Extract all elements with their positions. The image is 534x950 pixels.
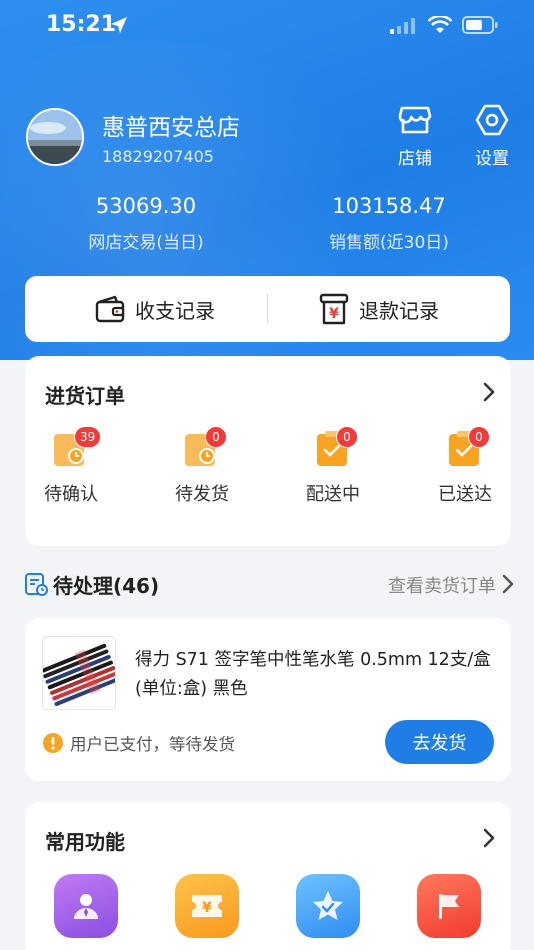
svg-text:¥: ¥ bbox=[202, 900, 212, 916]
function-favorites[interactable] bbox=[296, 874, 360, 938]
location-arrow-icon bbox=[111, 17, 127, 33]
shop-label: 店铺 bbox=[398, 149, 432, 169]
settings-button[interactable]: 设置 bbox=[467, 104, 517, 169]
chevron-right-icon[interactable] bbox=[502, 574, 514, 594]
count-badge: 0 bbox=[468, 426, 490, 448]
pending-title: 待处理(46) bbox=[53, 574, 160, 598]
settings-label: 设置 bbox=[475, 149, 509, 169]
income-expense-records-button[interactable]: 收支记录 bbox=[95, 276, 215, 342]
purchase-orders-title: 进货订单 bbox=[45, 384, 125, 408]
records-card: 收支记录 ¥ 退款记录 bbox=[25, 276, 510, 342]
store-phone: 18829207405 bbox=[102, 147, 214, 166]
chevron-right-icon[interactable] bbox=[483, 828, 495, 848]
shop-icon bbox=[398, 106, 432, 134]
purchase-orders-card: 进货订单 39 待确认 0 待发货 0 配送中 0 已送达 bbox=[25, 356, 511, 546]
shop-button[interactable]: 店铺 bbox=[390, 104, 440, 169]
settings-icon bbox=[475, 104, 509, 136]
store-avatar[interactable] bbox=[26, 108, 84, 166]
common-functions-title: 常用功能 bbox=[45, 830, 125, 854]
coupon-icon: ¥ bbox=[192, 895, 222, 917]
function-flag[interactable] bbox=[417, 874, 481, 938]
flag-icon bbox=[439, 894, 459, 919]
refund-records-button[interactable]: ¥ 退款记录 bbox=[319, 276, 439, 342]
battery-icon bbox=[462, 16, 498, 34]
count-badge: 0 bbox=[205, 426, 227, 448]
common-functions-card: 常用功能 ¥ bbox=[25, 802, 511, 950]
product-name: 得力 S71 签字笔中性笔水笔 0.5mm 12支/盒 (单位:盒) 黑色 bbox=[135, 650, 491, 699]
status-bar: 15:21 bbox=[0, 0, 534, 54]
pending-header: 待处理(46) 查看卖货订单 bbox=[24, 568, 514, 598]
signal-icon bbox=[390, 18, 415, 34]
stat-value: 103158.47 bbox=[332, 194, 446, 218]
divider bbox=[267, 294, 268, 324]
stat-value: 53069.30 bbox=[95, 194, 197, 218]
star-check-icon bbox=[313, 891, 343, 920]
payment-notice-text: 用户已支付，等待发货 bbox=[70, 735, 235, 754]
payment-notice: 用户已支付，等待发货 bbox=[42, 731, 235, 755]
pending-order-card[interactable]: 得力 S71 签字笔中性笔水笔 0.5mm 12支/盒 (单位:盒) 黑色 用户… bbox=[25, 618, 511, 781]
status-time: 15:21 bbox=[46, 12, 117, 37]
stat-30day-sales[interactable]: 103158.47 销售额(近30日) bbox=[269, 194, 509, 253]
order-status-label: 配送中 bbox=[306, 484, 360, 505]
order-status-pending-ship[interactable]: 0 待发货 bbox=[152, 426, 252, 506]
order-status-in-delivery[interactable]: 0 配送中 bbox=[283, 426, 383, 506]
wifi-icon bbox=[428, 16, 452, 33]
user-icon bbox=[74, 894, 98, 919]
chevron-right-icon[interactable] bbox=[483, 382, 495, 402]
order-status-label: 待确认 bbox=[44, 484, 98, 505]
refund-receipt-icon: ¥ bbox=[319, 293, 349, 325]
view-sales-orders-link[interactable]: 查看卖货订单 bbox=[388, 572, 496, 598]
store-name: 惠普西安总店 bbox=[102, 115, 240, 141]
count-badge: 0 bbox=[336, 426, 358, 448]
order-status-label: 已送达 bbox=[438, 484, 492, 505]
income-expense-label: 收支记录 bbox=[135, 298, 215, 323]
order-status-delivered[interactable]: 0 已送达 bbox=[415, 426, 515, 506]
svg-text:¥: ¥ bbox=[329, 306, 339, 322]
order-status-label: 待发货 bbox=[175, 484, 229, 505]
function-user-management[interactable] bbox=[54, 874, 118, 938]
product-image bbox=[42, 636, 116, 710]
stat-caption: 销售额(近30日) bbox=[329, 233, 449, 253]
function-coupons[interactable]: ¥ bbox=[175, 874, 239, 938]
stat-daily-transactions[interactable]: 53069.30 网店交易(当日) bbox=[26, 194, 266, 253]
warning-icon bbox=[43, 733, 63, 753]
wallet-icon bbox=[95, 295, 125, 323]
pens-image-icon bbox=[43, 643, 115, 706]
count-badge: 39 bbox=[74, 426, 102, 448]
stat-caption: 网店交易(当日) bbox=[88, 233, 204, 253]
ship-button[interactable]: 去发货 bbox=[385, 720, 494, 764]
order-status-pending-confirm[interactable]: 39 待确认 bbox=[21, 426, 121, 506]
pending-list-icon bbox=[25, 573, 48, 596]
refund-label: 退款记录 bbox=[359, 298, 439, 323]
